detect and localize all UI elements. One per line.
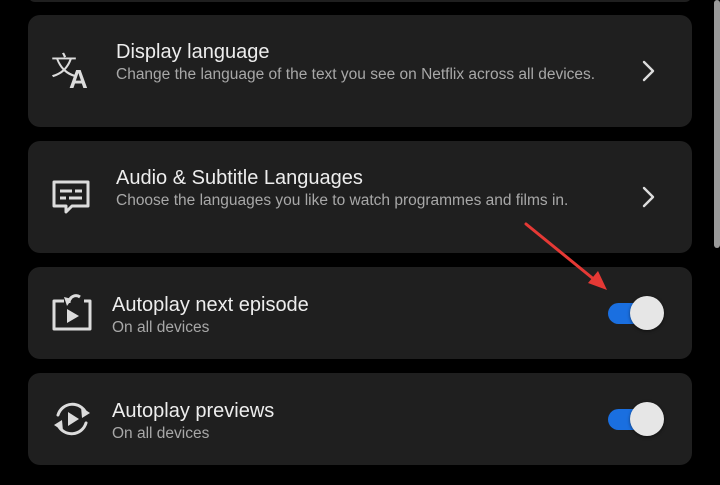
previous-settings-card: [28, 0, 692, 2]
translate-icon: 文 A: [48, 47, 96, 95]
scrollbar[interactable]: [714, 0, 720, 248]
display-language-subtitle: Change the language of the text you see …: [116, 66, 596, 83]
audio-subtitle-subtitle: Choose the languages you like to watch p…: [116, 192, 569, 209]
audio-subtitle-title: Audio & Subtitle Languages: [116, 167, 363, 189]
autoplay-previews-row[interactable]: Autoplay previews On all devices: [28, 373, 692, 465]
audio-subtitle-languages-row[interactable]: Audio & Subtitle Languages Choose the la…: [28, 141, 692, 253]
autoplay-previews-subtitle: On all devices: [112, 425, 210, 442]
display-language-title: Display language: [116, 41, 270, 63]
display-language-row[interactable]: 文 A Display language Change the language…: [28, 15, 692, 127]
autoplay-previews-title: Autoplay previews: [112, 400, 275, 422]
autoplay-previews-icon: [48, 395, 96, 443]
autoplay-previews-toggle[interactable]: [608, 402, 664, 436]
svg-text:A: A: [69, 64, 88, 91]
autoplay-next-subtitle: On all devices: [112, 319, 210, 336]
toggle-knob: [630, 296, 664, 330]
subtitles-icon: [48, 173, 96, 221]
toggle-knob: [630, 402, 664, 436]
autoplay-next-title: Autoplay next episode: [112, 294, 309, 316]
chevron-right-icon[interactable]: [636, 59, 660, 83]
autoplay-next-icon: [48, 289, 96, 337]
chevron-right-icon[interactable]: [636, 185, 660, 209]
autoplay-next-toggle[interactable]: [608, 296, 664, 330]
autoplay-next-episode-row[interactable]: Autoplay next episode On all devices: [28, 267, 692, 359]
